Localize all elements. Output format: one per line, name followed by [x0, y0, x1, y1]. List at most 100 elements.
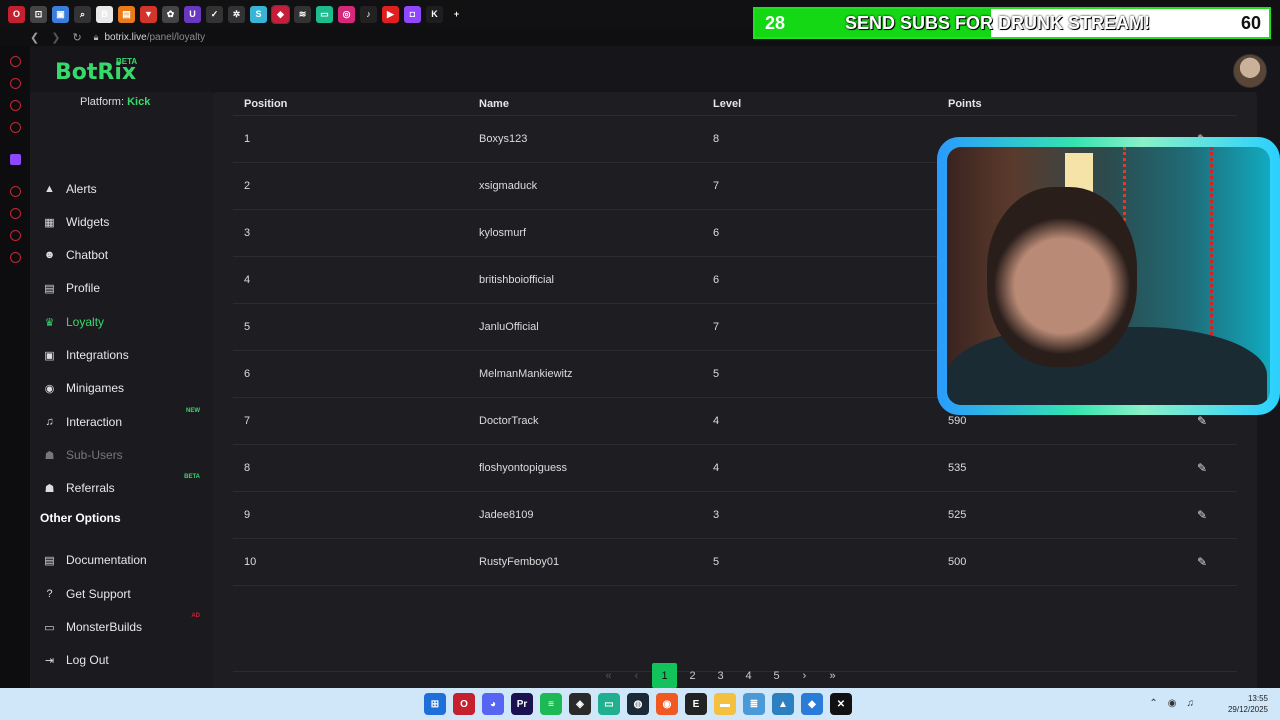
twitch-sidebar-icon[interactable] [10, 154, 21, 165]
orange-app-icon[interactable]: ▤ [118, 5, 135, 23]
cell-position: 7 [244, 415, 251, 427]
column-header-position[interactable]: Position [233, 98, 468, 110]
first-page-button[interactable]: « [596, 663, 621, 688]
sidebar-item-monsterbuilds[interactable]: ▭ MonsterBuilds AD [43, 613, 200, 637]
reload-icon[interactable]: ↻ [72, 31, 81, 44]
page-button-1[interactable]: 1 [652, 663, 677, 688]
column-header-name[interactable]: Name [468, 98, 702, 110]
column-header-level[interactable]: Level [702, 98, 937, 110]
history-icon[interactable] [10, 208, 21, 219]
chatgpt-icon[interactable]: ✿ [162, 5, 179, 23]
sidebar-app-icon[interactable] [10, 100, 21, 111]
image-icon[interactable]: ▣ [52, 5, 69, 23]
tray-wifi-icon[interactable]: ◉ [1168, 698, 1177, 709]
sidebar-item-referrals[interactable]: ☗ Referrals BETA [43, 474, 200, 498]
cell-level: 8 [713, 133, 720, 145]
check-app-icon[interactable]: ✓ [206, 5, 223, 23]
botrix-tab-icon[interactable]: ◆ [271, 4, 290, 24]
sidebar-app-icon[interactable] [10, 230, 21, 241]
cell-level: 6 [713, 274, 720, 286]
sidebar-item-alerts[interactable]: ▲ Alerts [43, 179, 193, 199]
sidebar-item-minigames[interactable]: ◉ Minigames [43, 378, 193, 398]
last-page-button[interactable]: » [820, 663, 845, 688]
avatar[interactable] [1233, 54, 1267, 88]
edit-pencil-icon[interactable]: ✎ [1197, 414, 1207, 428]
sidebar-item-chatbot[interactable]: ☻ Chatbot [43, 245, 193, 265]
forward-icon[interactable]: ❯ [51, 31, 60, 44]
laptop-icon: ▭ [44, 621, 55, 634]
s-app-icon[interactable]: S [250, 5, 267, 23]
sidebar-item-sub-users: ☗ Sub-Users [43, 445, 193, 465]
settings-icon[interactable] [10, 252, 21, 263]
sub-goal-message: SEND SUBS FOR DRUNK STREAM! [845, 12, 1151, 33]
capcut-icon[interactable]: ✕ [830, 693, 852, 715]
sidebar-item-interaction[interactable]: ♫ Interaction NEW [43, 408, 200, 432]
kick-icon[interactable]: K [426, 5, 443, 23]
tiktok-icon[interactable]: ♪ [360, 5, 377, 23]
stack-icon[interactable]: ≋ [294, 5, 311, 23]
page-button-4[interactable]: 4 [736, 663, 761, 688]
url-field[interactable]: 🔒︎ botrix.live/panel/loyalty [94, 32, 205, 43]
windows-start-icon[interactable]: ⊞ [424, 693, 446, 715]
chat-app-icon[interactable]: ▭ [316, 5, 333, 23]
steam-icon[interactable]: ◍ [627, 693, 649, 715]
twitch-icon[interactable]: ◘ [404, 5, 421, 23]
page-button-3[interactable]: 3 [708, 663, 733, 688]
lock-icon: 🔒︎ [93, 31, 99, 42]
app-b-icon[interactable]: B [96, 5, 113, 23]
chat-taskbar-icon[interactable]: ▭ [598, 693, 620, 715]
sidebar-app-icon[interactable] [10, 186, 21, 197]
table-row: 10 RustyFemboy01 5 500 ✎ [233, 539, 1237, 586]
logout-icon: ⇥ [44, 654, 55, 667]
next-page-button[interactable]: › [792, 663, 817, 688]
sidebar-item-label: Alerts [66, 182, 97, 196]
sidebar-app-icon[interactable] [10, 122, 21, 133]
spotify-icon[interactable]: ≡ [540, 693, 562, 715]
sidebar-item-documentation[interactable]: ▤ Documentation [43, 550, 193, 570]
youtube-icon[interactable]: ▶ [382, 5, 399, 23]
nvidia-icon[interactable]: ◈ [569, 693, 591, 715]
other-options-heading: Other Options [40, 511, 121, 525]
cell-name: kylosmurf [479, 227, 527, 239]
instagram-icon[interactable]: ◎ [338, 5, 355, 23]
sidebar-item-log-out[interactable]: ⇥ Log Out [43, 650, 193, 670]
sidebar-item-get-support[interactable]: ? Get Support [43, 584, 193, 604]
red-app-icon[interactable]: ▼ [140, 5, 157, 23]
discord-icon[interactable]: ◕ [482, 693, 504, 715]
tray-chevron-icon[interactable]: ⌃ [1149, 698, 1157, 709]
system-clock[interactable]: 13:55 29/12/2025 [1228, 693, 1268, 715]
cell-level: 4 [713, 415, 720, 427]
tray-volume-icon[interactable]: ♫ [1187, 698, 1195, 709]
edit-pencil-icon[interactable]: ✎ [1197, 461, 1207, 475]
photos-icon[interactable]: ▲ [772, 693, 794, 715]
folder-icon[interactable]: ▬ [714, 693, 736, 715]
webcam-feed [947, 147, 1270, 405]
gamepad-icon: ◉ [44, 382, 55, 395]
page-button-2[interactable]: 2 [680, 663, 705, 688]
game-controller-icon[interactable]: ⊡ [30, 5, 47, 23]
edit-pencil-icon[interactable]: ✎ [1197, 555, 1207, 569]
page-button-5[interactable]: 5 [764, 663, 789, 688]
opera-icon[interactable]: O [8, 5, 25, 23]
opera-taskbar-icon[interactable]: O [453, 693, 475, 715]
origin-icon[interactable]: ◉ [656, 693, 678, 715]
u-app-icon[interactable]: U [184, 5, 201, 23]
vscode-icon[interactable]: ◆ [801, 693, 823, 715]
gear-app-icon[interactable]: ✲ [228, 5, 245, 23]
sidebar-item-integrations[interactable]: ▣ Integrations [43, 345, 193, 365]
sidebar-item-widgets[interactable]: ▦ Widgets [43, 212, 193, 232]
prev-page-button[interactable]: ‹ [624, 663, 649, 688]
notepad-icon[interactable]: ≣ [743, 693, 765, 715]
back-icon[interactable]: ❮ [30, 31, 39, 44]
sidebar-item-loyalty[interactable]: ♛ Loyalty [43, 312, 193, 332]
column-header-points[interactable]: Points [937, 98, 1167, 110]
sidebar-item-profile[interactable]: ▤ Profile [43, 278, 193, 298]
aria-icon[interactable] [10, 56, 21, 67]
cell-actions: ✎ [1167, 461, 1237, 475]
premiere-icon[interactable]: Pr [511, 693, 533, 715]
epic-icon[interactable]: E [685, 693, 707, 715]
search-icon[interactable]: ⌕ [74, 5, 91, 23]
edit-pencil-icon[interactable]: ✎ [1197, 508, 1207, 522]
sidebar-app-icon[interactable] [10, 78, 21, 89]
new-tab-icon[interactable]: + [448, 5, 465, 23]
